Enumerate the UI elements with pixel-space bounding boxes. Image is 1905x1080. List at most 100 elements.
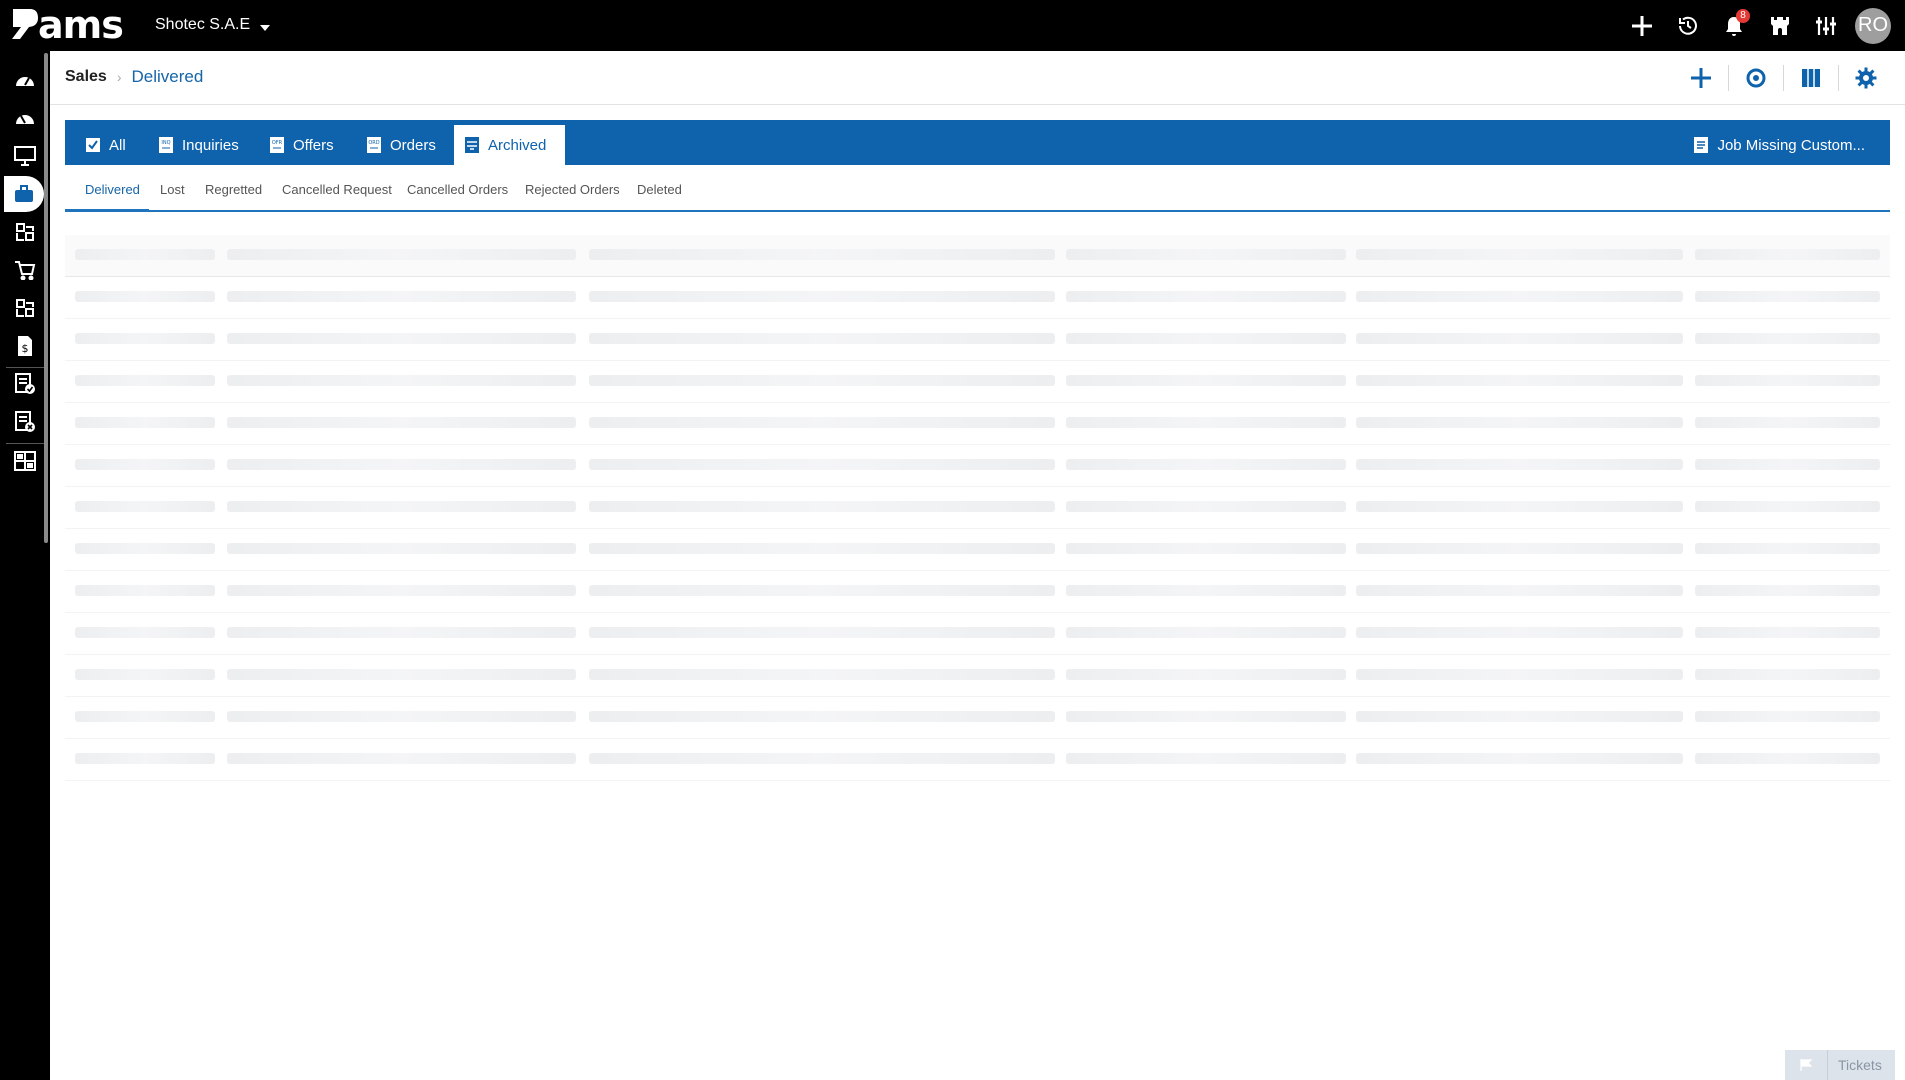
- plus-icon[interactable]: [1619, 0, 1665, 51]
- skeleton-cell: [1695, 249, 1880, 260]
- tickets-button[interactable]: Tickets: [1785, 1050, 1895, 1080]
- skeleton-cell: [227, 333, 576, 344]
- document-cancel-icon[interactable]: [0, 404, 50, 440]
- tab-orders[interactable]: ORD Orders: [356, 125, 446, 165]
- tab-offers[interactable]: OFR Offers: [259, 125, 344, 165]
- table-row-placeholder: [65, 613, 1890, 655]
- svg-text:$: $: [22, 342, 29, 355]
- settings-gear-icon[interactable]: [1839, 60, 1893, 96]
- skeleton-cell: [589, 669, 1055, 680]
- skeleton-cell: [1695, 501, 1880, 512]
- subtab-lost[interactable]: Lost: [160, 182, 185, 197]
- modules-icon[interactable]: [0, 214, 50, 250]
- columns-icon[interactable]: [1784, 60, 1838, 96]
- skeleton-cell: [1066, 291, 1346, 302]
- caret-down-icon: [260, 25, 271, 31]
- skeleton-cell: [589, 753, 1055, 764]
- skeleton-cell: [1356, 627, 1683, 638]
- page-header: Sales › Delivered: [50, 51, 1905, 105]
- subtab-deleted[interactable]: Deleted: [637, 182, 682, 197]
- document-check-icon[interactable]: [0, 366, 50, 402]
- bell-icon[interactable]: 8: [1711, 0, 1757, 51]
- skeleton-cell: [75, 669, 215, 680]
- header-actions: [1674, 60, 1893, 96]
- skeleton-cell: [227, 417, 576, 428]
- tab-archived[interactable]: Archived: [454, 125, 565, 165]
- checkbox-icon: [86, 138, 100, 152]
- skeleton-cell: [1695, 333, 1880, 344]
- skeleton-cell: [75, 501, 215, 512]
- table-row-placeholder: [65, 697, 1890, 739]
- company-selector[interactable]: Shotec S.A.E: [155, 16, 271, 34]
- tab-label: All: [109, 136, 126, 154]
- top-actions: 8 RO: [1619, 0, 1905, 51]
- skeleton-cell: [589, 711, 1055, 722]
- notification-badge: 8: [1736, 9, 1750, 23]
- sliders-icon[interactable]: [1803, 0, 1849, 51]
- skeleton-cell: [1066, 333, 1346, 344]
- subtab-rejected-orders[interactable]: Rejected Orders: [525, 182, 620, 197]
- skeleton-cell: [227, 585, 576, 596]
- tab-label: Inquiries: [182, 136, 239, 154]
- skeleton-cell: [1356, 375, 1683, 386]
- tab-inquiries[interactable]: INQ Inquiries: [148, 125, 249, 165]
- skeleton-cell: [227, 669, 576, 680]
- skeleton-cell: [227, 249, 576, 260]
- grid-layout-icon[interactable]: [0, 443, 50, 479]
- subtab-delivered[interactable]: Delivered: [85, 182, 140, 197]
- skeleton-cell: [589, 543, 1055, 554]
- skeleton-cell: [1066, 711, 1346, 722]
- add-icon[interactable]: [1674, 60, 1728, 96]
- skeleton-cell: [1695, 417, 1880, 428]
- skeleton-cell: [75, 585, 215, 596]
- tab-label: Archived: [488, 136, 547, 154]
- skeleton-cell: [1066, 543, 1346, 554]
- skeleton-cell: [1695, 375, 1880, 386]
- app-logo[interactable]: ams: [10, 5, 124, 45]
- cart-icon[interactable]: [0, 252, 50, 288]
- subtab-regretted[interactable]: Regretted: [205, 182, 262, 197]
- tab-label: Offers: [293, 136, 334, 154]
- logo-mark-icon: [12, 9, 38, 39]
- skeleton-cell: [75, 459, 215, 470]
- monitor-icon[interactable]: [0, 138, 50, 174]
- refresh-icon[interactable]: [1729, 60, 1783, 96]
- table-row-placeholder: [65, 445, 1890, 487]
- archive-icon: [465, 137, 479, 153]
- skeleton-cell: [589, 585, 1055, 596]
- skeleton-cell: [1356, 291, 1683, 302]
- history-clock-icon[interactable]: [1665, 0, 1711, 51]
- modules-alt-icon[interactable]: [0, 290, 50, 326]
- document-icon: [1694, 137, 1709, 153]
- user-avatar[interactable]: RO: [1855, 7, 1891, 44]
- skeleton-cell: [1356, 711, 1683, 722]
- breadcrumb-current: Delivered: [131, 67, 204, 86]
- table-row-placeholder: [65, 739, 1890, 781]
- briefcase-icon[interactable]: [4, 176, 44, 212]
- status-tab-bar: All INQ Inquiries OFR Offers ORD Orders …: [65, 120, 1890, 165]
- skeleton-cell: [75, 711, 215, 722]
- invoice-dollar-icon[interactable]: $: [0, 328, 50, 364]
- dashboard-alt-icon[interactable]: [0, 100, 50, 136]
- table-row-placeholder: [65, 277, 1890, 319]
- skeleton-cell: [227, 291, 576, 302]
- skeleton-cell: [75, 543, 215, 554]
- castle-icon[interactable]: [1757, 0, 1803, 51]
- skeleton-cell: [227, 543, 576, 554]
- flag-icon: [1785, 1050, 1828, 1080]
- breadcrumb: Sales › Delivered: [65, 67, 203, 87]
- sub-tab-bar: Delivered Lost Regretted Cancelled Reque…: [65, 170, 1890, 212]
- table-row-placeholder: [65, 403, 1890, 445]
- skeleton-cell: [1356, 333, 1683, 344]
- breadcrumb-root[interactable]: Sales: [65, 68, 107, 86]
- tab-all[interactable]: All: [75, 125, 136, 165]
- subtab-cancelled-orders[interactable]: Cancelled Orders: [407, 182, 508, 197]
- tab-label: Job Missing Custom...: [1717, 136, 1865, 154]
- order-doc-icon: ORD: [367, 137, 381, 153]
- tab-job-missing-customer[interactable]: Job Missing Custom...: [1683, 125, 1875, 165]
- skeleton-cell: [1066, 375, 1346, 386]
- tickets-label: Tickets: [1838, 1057, 1882, 1073]
- dashboard-icon[interactable]: [0, 62, 50, 98]
- subtab-cancelled-request[interactable]: Cancelled Request: [282, 182, 392, 197]
- inquiry-doc-icon: INQ: [159, 137, 173, 153]
